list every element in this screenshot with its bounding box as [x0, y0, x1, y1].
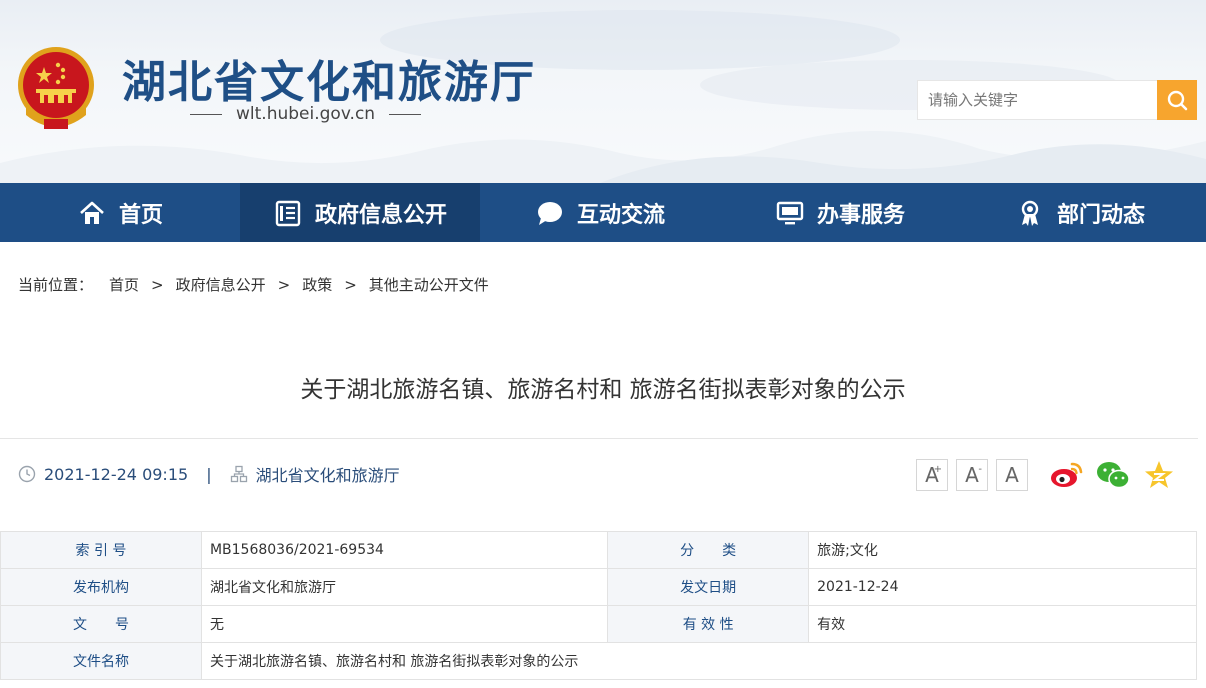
table-value: 无	[200, 605, 609, 643]
table-row: 发布机构 湖北省文化和旅游厅 发文日期 2021-12-24	[0, 568, 1197, 606]
nav-item-home[interactable]: 首页	[0, 183, 240, 242]
main-nav: 首页 政府信息公开 互动交流 办事服务 部门动态	[0, 183, 1206, 242]
award-icon	[1021, 200, 1039, 226]
table-key: 文件名称	[0, 642, 202, 680]
nav-label: 互动交流	[576, 202, 665, 228]
table-key: 索 引 号	[0, 531, 202, 569]
nav-item-services[interactable]: 办事服务	[720, 183, 960, 242]
article-meta: 2021-12-24 09:15 | 湖北省文化和旅游厅	[18, 462, 400, 486]
national-emblem-icon	[18, 47, 94, 129]
article-source: 湖北省文化和旅游厅	[255, 466, 400, 485]
font-larger-button[interactable]: A +	[916, 459, 948, 491]
breadcrumb-item-gov-info[interactable]: 政府信息公开	[176, 274, 266, 295]
monitor-icon	[776, 201, 804, 224]
site-domain: wlt.hubei.gov.cn	[190, 104, 422, 124]
nav-item-gov-info[interactable]: 政府信息公开	[240, 183, 480, 242]
nav-label: 首页	[118, 202, 163, 228]
nav-label: 办事服务	[816, 202, 905, 228]
article-title: 关于湖北旅游名镇、旅游名村和 旅游名街拟表彰对象的公示	[300, 377, 906, 403]
font-size-tools: A + A- A	[916, 459, 1028, 491]
document-list-icon	[275, 200, 301, 226]
breadcrumb-item-other-files[interactable]: 其他主动公开文件	[369, 274, 489, 295]
breadcrumb: 当前位置： 首页 > 政府信息公开 > 政策 > 其他主动公开文件	[18, 274, 489, 295]
font-default-button[interactable]: A	[996, 459, 1028, 491]
breadcrumb-lead: 当前位置：	[18, 276, 94, 294]
qzone-star-icon	[1145, 461, 1173, 488]
site-domain-text: wlt.hubei.gov.cn	[236, 104, 376, 124]
table-key: 有 效 性	[607, 605, 810, 643]
table-value: MB1568036/2021-69534	[200, 531, 609, 569]
table-row: 文件名称 关于湖北旅游名镇、旅游名村和 旅游名街拟表彰对象的公示	[0, 642, 1198, 680]
table-value: 关于湖北旅游名镇、旅游名村和 旅游名街拟表彰对象的公示	[200, 642, 1198, 680]
font-default-label: A	[1005, 463, 1019, 487]
breadcrumb-separator: >	[277, 275, 291, 294]
nav-item-news[interactable]: 部门动态	[960, 183, 1200, 242]
table-key: 发文日期	[607, 568, 810, 606]
search-input[interactable]: 请输入关键字	[917, 80, 1159, 120]
clock-icon	[18, 465, 36, 483]
share-wechat-button[interactable]	[1096, 458, 1130, 492]
home-icon	[80, 201, 104, 224]
share-weibo-button[interactable]	[1050, 458, 1084, 492]
breadcrumb-item-home[interactable]: 首页	[109, 274, 139, 295]
breadcrumb-separator: >	[151, 275, 164, 294]
breadcrumb-item-policy[interactable]: 政策	[302, 274, 332, 295]
wechat-icon	[1097, 462, 1130, 489]
table-key: 文 号	[0, 605, 202, 643]
article-datetime: 2021-12-24 09:15	[44, 464, 189, 484]
share-tools	[1050, 458, 1176, 492]
breadcrumb-separator: >	[344, 275, 357, 294]
share-qzone-button[interactable]	[1142, 458, 1176, 492]
minus-icon: -	[978, 464, 982, 475]
site-title: 湖北省文化和旅游厅	[122, 57, 536, 108]
font-smaller-button[interactable]: A-	[956, 459, 988, 491]
search-icon	[1167, 90, 1188, 111]
table-value: 湖北省文化和旅游厅	[200, 568, 609, 606]
table-key: 分 类	[607, 531, 810, 569]
chat-bubble-icon	[537, 201, 562, 225]
nav-item-interaction[interactable]: 互动交流	[480, 183, 720, 242]
search-button[interactable]	[1157, 80, 1197, 120]
table-key: 发布机构	[0, 568, 202, 606]
table-row: 索 引 号 MB1568036/2021-69534 分 类 旅游;文化	[0, 531, 1197, 569]
site-header: 湖北省文化和旅游厅 wlt.hubei.gov.cn 请输入关键字	[0, 0, 1206, 183]
document-info-table: 索 引 号 MB1568036/2021-69534 分 类 旅游;文化 发布机…	[0, 531, 1198, 680]
font-smaller-label: A	[965, 463, 979, 487]
meta-divider: |	[206, 464, 212, 484]
nav-label: 政府信息公开	[314, 202, 447, 228]
nav-label: 部门动态	[1056, 202, 1145, 228]
table-value: 旅游;文化	[808, 531, 1197, 569]
divider	[190, 113, 222, 115]
table-row: 文 号 无 有 效 性 有效	[0, 605, 1197, 643]
organization-icon	[230, 465, 247, 483]
table-value: 有效	[808, 605, 1197, 643]
divider	[389, 113, 422, 115]
plus-icon: +	[933, 464, 942, 475]
weibo-icon	[1051, 462, 1083, 487]
divider	[0, 438, 1198, 439]
table-value: 2021-12-24	[808, 568, 1197, 606]
